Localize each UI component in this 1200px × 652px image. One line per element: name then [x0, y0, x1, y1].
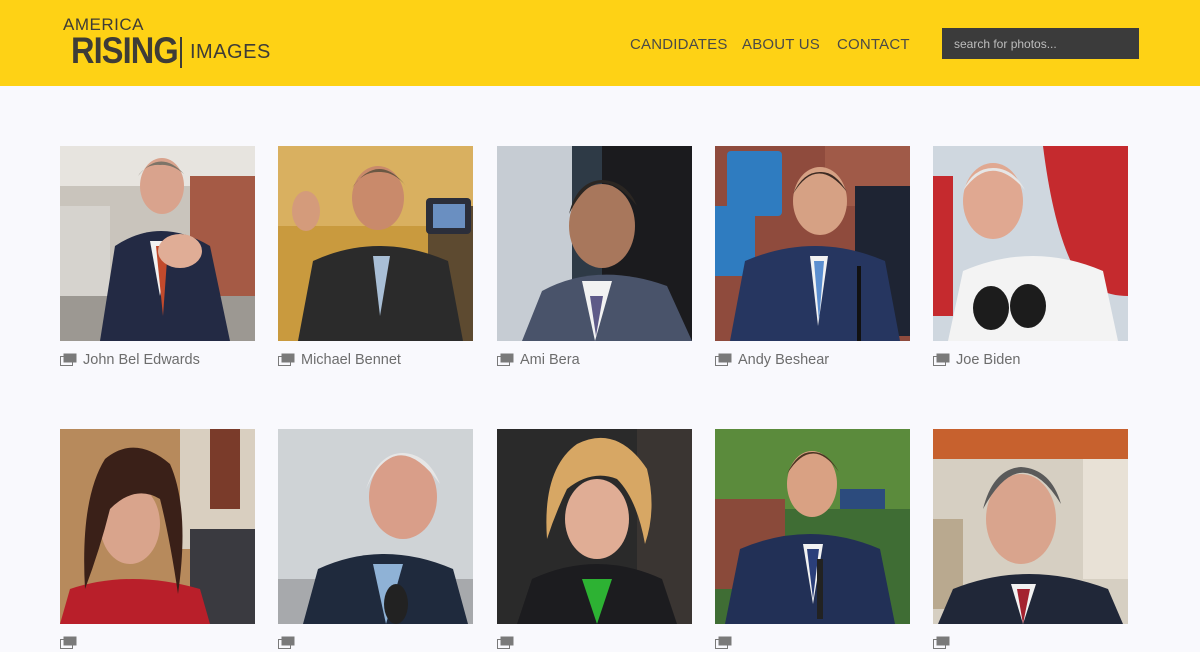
- gallery-icon: [278, 353, 295, 366]
- site-logo[interactable]: AMERICA RISING IMAGES: [62, 14, 282, 74]
- search-input[interactable]: [942, 28, 1139, 59]
- gallery-icon: [933, 353, 950, 366]
- candidate-photo[interactable]: [60, 429, 255, 624]
- candidate-photo[interactable]: [715, 429, 910, 624]
- gallery-icon: [497, 353, 514, 366]
- logo-line-images: IMAGES: [190, 41, 271, 63]
- candidate-name: Michael Bennet: [301, 352, 401, 368]
- gallery-icon: [278, 636, 295, 649]
- candidate-photo[interactable]: [933, 146, 1128, 341]
- gallery-icon: [715, 636, 732, 649]
- nav-link-contact[interactable]: CONTACT: [837, 36, 910, 54]
- gallery-icon: [60, 636, 77, 649]
- nav-link-about-us[interactable]: ABOUT US: [742, 36, 820, 54]
- gallery-icon: [60, 353, 77, 366]
- candidate-photo[interactable]: [715, 146, 910, 341]
- candidate-name: Ami Bera: [520, 352, 580, 368]
- candidate-photo[interactable]: [278, 429, 473, 624]
- candidate-photo[interactable]: [278, 146, 473, 341]
- gallery-icon: [715, 353, 732, 366]
- candidate-name: Andy Beshear: [738, 352, 830, 368]
- candidate-name: Joe Biden: [956, 352, 1021, 368]
- candidate-name: John Bel Edwards: [83, 352, 200, 368]
- candidate-photo[interactable]: [933, 429, 1128, 624]
- nav-link-candidates[interactable]: CANDIDATES: [630, 36, 728, 54]
- logo-divider: [180, 37, 182, 68]
- candidate-photo[interactable]: [497, 429, 692, 624]
- logo-line-rising: RISING: [71, 30, 179, 71]
- candidate-photo[interactable]: [497, 146, 692, 341]
- candidate-photo[interactable]: [60, 146, 255, 341]
- gallery-icon: [933, 636, 950, 649]
- site-header: AMERICA RISING IMAGES CANDIDATES ABOUT U…: [0, 0, 1200, 86]
- gallery-icon: [497, 636, 514, 649]
